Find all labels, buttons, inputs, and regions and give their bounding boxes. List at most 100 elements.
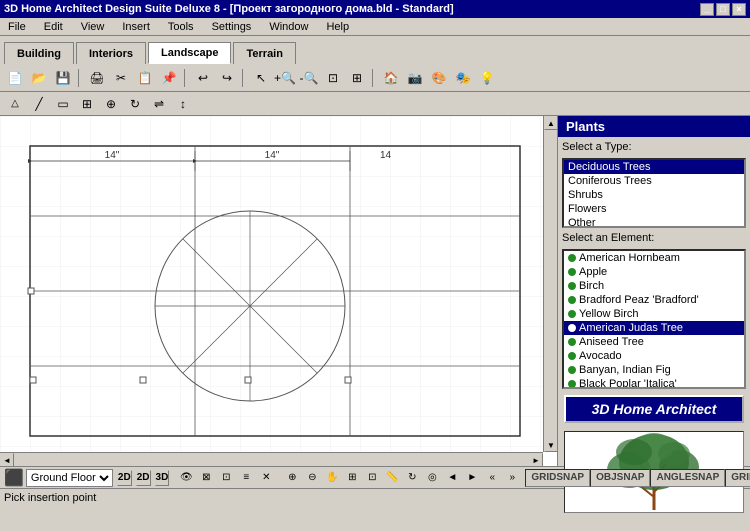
type-item-shrubs[interactable]: Shrubs <box>564 188 744 202</box>
toolbar-light[interactable]: 💡 <box>476 67 498 89</box>
select-element-label: Select an Element: <box>562 232 746 244</box>
view-toggle5[interactable]: ✕ <box>257 470 275 486</box>
element-bradford[interactable]: Bradford Peaz 'Bradford' <box>564 293 744 307</box>
canvas-svg: 14" 14" 14 <box>0 116 557 466</box>
tab-interiors[interactable]: Interiors <box>76 42 146 64</box>
horizontal-scrollbar[interactable]: ◄ ► <box>0 452 543 466</box>
toolbar-zoom-window[interactable]: ⊞ <box>346 67 368 89</box>
toolbar-save[interactable]: 💾 <box>52 67 74 89</box>
tab-building[interactable]: Building <box>4 42 74 64</box>
menu-window[interactable]: Window <box>265 20 312 34</box>
view-toggle1[interactable]: 👁 <box>177 470 195 486</box>
toolbar-render[interactable]: 🎨 <box>428 67 450 89</box>
toolbar-new[interactable]: 📄 <box>4 67 26 89</box>
view-2d-button[interactable]: 2D <box>117 470 132 486</box>
gridsnap-indicator[interactable]: GRIDSNAP <box>525 469 590 487</box>
toolbar2-scale[interactable]: ↕ <box>172 93 194 115</box>
toolbar-redo[interactable]: ↪ <box>216 67 238 89</box>
type-item-coniferous[interactable]: Coniferous Trees <box>564 174 744 188</box>
tool-zoom-out[interactable]: ⊖ <box>303 470 321 486</box>
toolbar2-measure[interactable]: △ <box>4 93 26 115</box>
tab-bar: Building Interiors Landscape Terrain <box>0 36 750 64</box>
toolbar2-line[interactable]: ╱ <box>28 93 50 115</box>
canvas-area[interactable]: 14" 14" 14 ▲ ▼ <box>0 116 558 466</box>
menu-file[interactable]: File <box>4 20 30 34</box>
title-bar-buttons: _ □ × <box>700 3 746 16</box>
tool-zoom-all[interactable]: ⊡ <box>363 470 381 486</box>
scroll-up-button[interactable]: ▲ <box>544 116 558 130</box>
menu-insert[interactable]: Insert <box>118 20 154 34</box>
toolbar-copy[interactable]: 📋 <box>134 67 156 89</box>
tool-prev[interactable]: « <box>483 470 501 486</box>
objsnap-indicator[interactable]: OBJSNAP <box>590 469 650 487</box>
status-bar: ⬛ Ground Floor 2D 2D 3D 👁 ⊠ ⊡ ≡ ✕ ⊕ ⊖ ✋ … <box>0 466 750 488</box>
element-avocado[interactable]: Avocado <box>564 349 744 363</box>
toolbar-materials[interactable]: 🎭 <box>452 67 474 89</box>
toolbar2-snap[interactable]: ⊕ <box>100 93 122 115</box>
tab-landscape[interactable]: Landscape <box>148 42 231 64</box>
toolbar-zoom-out[interactable]: -🔍 <box>298 67 320 89</box>
toolbar-select[interactable]: ↖ <box>250 67 272 89</box>
element-black-poplar[interactable]: Black Poplar 'Italica' <box>564 377 744 389</box>
element-listbox[interactable]: American Hornbeam Apple Birch Bradford P… <box>562 249 746 389</box>
plant-dot-icon <box>568 338 576 346</box>
type-item-flowers[interactable]: Flowers <box>564 202 744 216</box>
element-yellow-birch[interactable]: Yellow Birch <box>564 307 744 321</box>
minimize-button[interactable]: _ <box>700 3 714 16</box>
view-3d-button[interactable]: 3D <box>155 470 170 486</box>
tool-next[interactable]: » <box>503 470 521 486</box>
tool-pan[interactable]: ✋ <box>323 470 341 486</box>
menu-edit[interactable]: Edit <box>40 20 67 34</box>
toolbar-camera[interactable]: 📷 <box>404 67 426 89</box>
element-judas[interactable]: American Judas Tree <box>564 321 744 335</box>
menu-view[interactable]: View <box>77 20 109 34</box>
element-birch[interactable]: Birch <box>564 279 744 293</box>
element-hornbeam[interactable]: American Hornbeam <box>564 251 744 265</box>
toolbar2-mirror[interactable]: ⇌ <box>148 93 170 115</box>
tool-nav-left[interactable]: ◄ <box>443 470 461 486</box>
scroll-left-button[interactable]: ◄ <box>0 453 14 466</box>
tool-orbit[interactable]: ◎ <box>423 470 441 486</box>
tool-nav-right[interactable]: ► <box>463 470 481 486</box>
view-toggle2[interactable]: ⊠ <box>197 470 215 486</box>
toolbar-zoom-all[interactable]: ⊡ <box>322 67 344 89</box>
logo-bar: 3D Home Architect <box>564 395 744 423</box>
element-aniseed[interactable]: Aniseed Tree <box>564 335 744 349</box>
view-toggle4[interactable]: ≡ <box>237 470 255 486</box>
floor-section: ⬛ Ground Floor <box>4 468 113 488</box>
menu-tools[interactable]: Tools <box>164 20 198 34</box>
menu-settings[interactable]: Settings <box>208 20 256 34</box>
plant-dot-icon <box>568 282 576 290</box>
menu-help[interactable]: Help <box>322 20 353 34</box>
toolbar-3d[interactable]: 🏠 <box>380 67 402 89</box>
restore-button[interactable]: □ <box>716 3 730 16</box>
toolbar-print[interactable]: 🖨 <box>86 67 108 89</box>
toolbar-undo[interactable]: ↩ <box>192 67 214 89</box>
view-toggle3[interactable]: ⊡ <box>217 470 235 486</box>
view-2d-alt-button[interactable]: 2D <box>136 470 151 486</box>
toolbar2-rect[interactable]: ▭ <box>52 93 74 115</box>
tool-zoom-box[interactable]: ⊞ <box>343 470 361 486</box>
tool-rotate-view[interactable]: ↻ <box>403 470 421 486</box>
type-listbox[interactable]: Deciduous Trees Coniferous Trees Shrubs … <box>562 158 746 228</box>
close-button[interactable]: × <box>732 3 746 16</box>
scroll-down-button[interactable]: ▼ <box>544 438 558 452</box>
grid-indicator[interactable]: GRID <box>725 469 750 487</box>
scroll-right-button[interactable]: ► <box>529 453 543 466</box>
toolbar2-rotate[interactable]: ↻ <box>124 93 146 115</box>
vertical-scrollbar[interactable]: ▲ ▼ <box>543 116 557 452</box>
type-item-other[interactable]: Other <box>564 216 744 228</box>
toolbar2-grid[interactable]: ⊞ <box>76 93 98 115</box>
tool-zoom-in[interactable]: ⊕ <box>283 470 301 486</box>
tab-terrain[interactable]: Terrain <box>233 42 295 64</box>
type-item-deciduous[interactable]: Deciduous Trees <box>564 160 744 174</box>
floor-select[interactable]: Ground Floor <box>26 469 113 487</box>
toolbar-cut[interactable]: ✂ <box>110 67 132 89</box>
element-banyan[interactable]: Banyan, Indian Fig <box>564 363 744 377</box>
toolbar-zoom-in[interactable]: +🔍 <box>274 67 296 89</box>
element-apple[interactable]: Apple <box>564 265 744 279</box>
toolbar-open[interactable]: 📂 <box>28 67 50 89</box>
toolbar-paste[interactable]: 📌 <box>158 67 180 89</box>
anglesnap-indicator[interactable]: ANGLESNAP <box>650 469 725 487</box>
tool-measure[interactable]: 📏 <box>383 470 401 486</box>
